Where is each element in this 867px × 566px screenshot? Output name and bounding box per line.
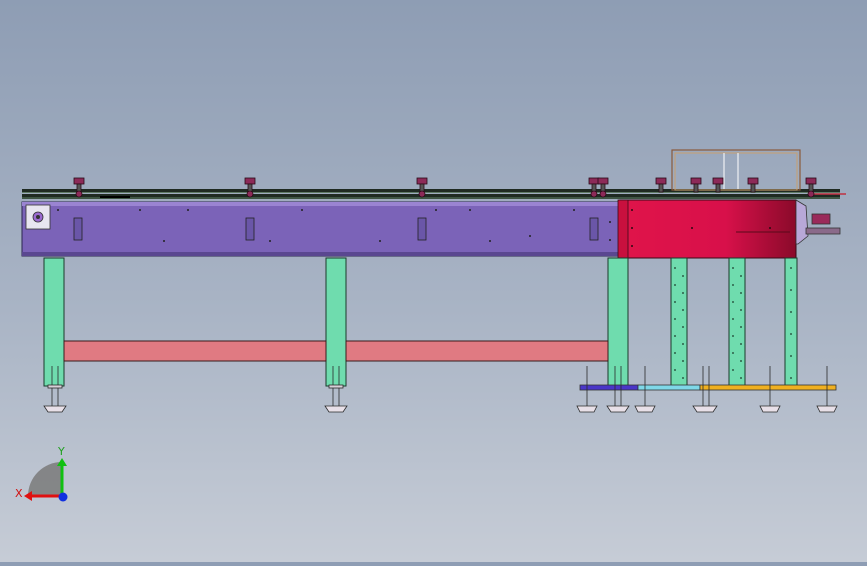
conveyor-model-drawing: Y X — [15, 149, 846, 502]
x-axis-label: X — [15, 487, 23, 500]
support-legs — [43, 257, 798, 387]
cad-viewport[interactable]: Y X — [0, 0, 867, 562]
coordinate-triad: Y X — [15, 445, 68, 502]
base-rails — [579, 384, 837, 391]
conveyor-body — [21, 201, 621, 257]
y-axis-label: Y — [57, 445, 65, 458]
transfer-section — [617, 193, 846, 259]
triad-plane-icon — [28, 462, 62, 496]
z-axis-dot-icon — [58, 492, 68, 502]
